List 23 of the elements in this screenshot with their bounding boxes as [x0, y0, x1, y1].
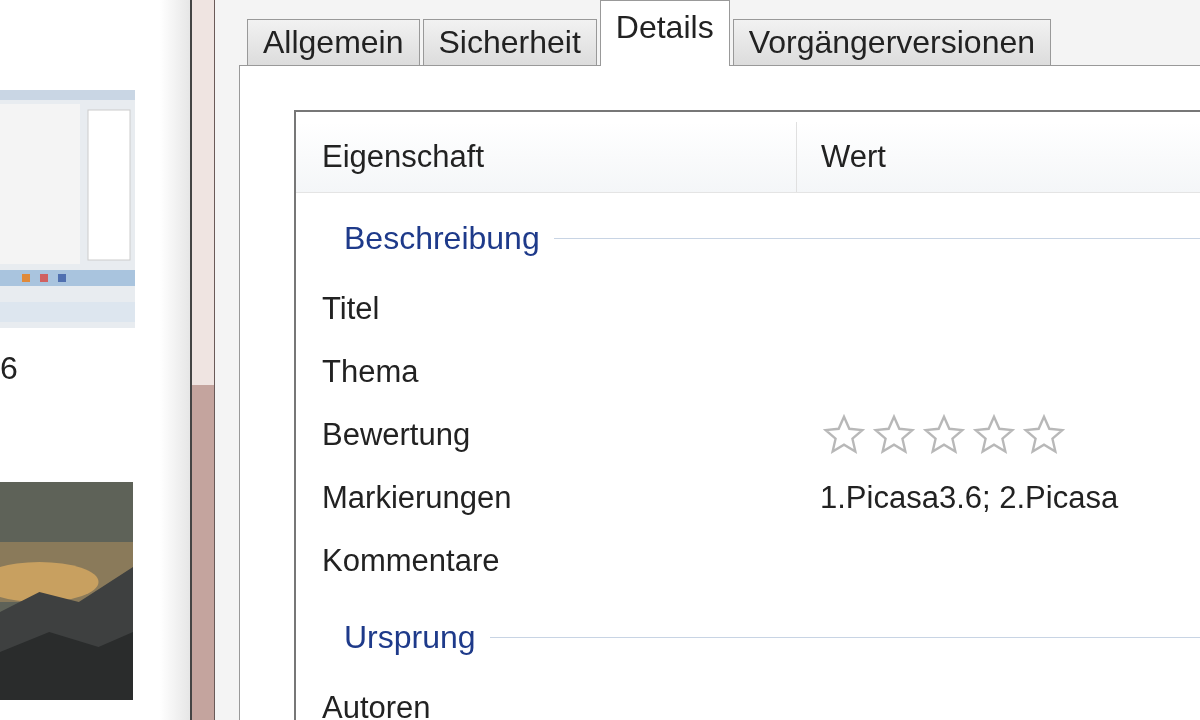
scrollbar[interactable] — [190, 0, 215, 720]
tab[interactable]: Details — [599, 0, 730, 66]
property-name: Titel — [321, 290, 381, 327]
scrollbar-thumb[interactable] — [192, 385, 214, 720]
property-name: Thema — [321, 353, 420, 390]
property-name: Kommentare — [321, 542, 501, 579]
star-icon[interactable] — [822, 412, 866, 457]
group-heading: Beschreibung — [344, 219, 541, 257]
property-name: Autoren — [321, 689, 432, 720]
tab[interactable]: Vorgängerversionen — [732, 19, 1052, 65]
tab[interactable]: Allgemein — [247, 19, 420, 65]
star-icon[interactable] — [1022, 412, 1066, 457]
property-name: Bewertung — [321, 416, 472, 453]
property-value: 1.Picasa3.6; 2.Picasa — [819, 479, 1119, 516]
property-name: Markierungen — [321, 479, 513, 516]
star-icon[interactable] — [922, 412, 966, 457]
tab[interactable]: Sicherheit — [422, 19, 597, 65]
column-header[interactable]: Wert — [796, 122, 886, 192]
group-heading: Ursprung — [344, 618, 477, 656]
star-icon[interactable] — [972, 412, 1016, 457]
star-icon[interactable] — [872, 412, 916, 457]
thumbnail-caption: 6 — [0, 350, 19, 386]
column-header[interactable]: Eigenschaft — [296, 139, 796, 175]
